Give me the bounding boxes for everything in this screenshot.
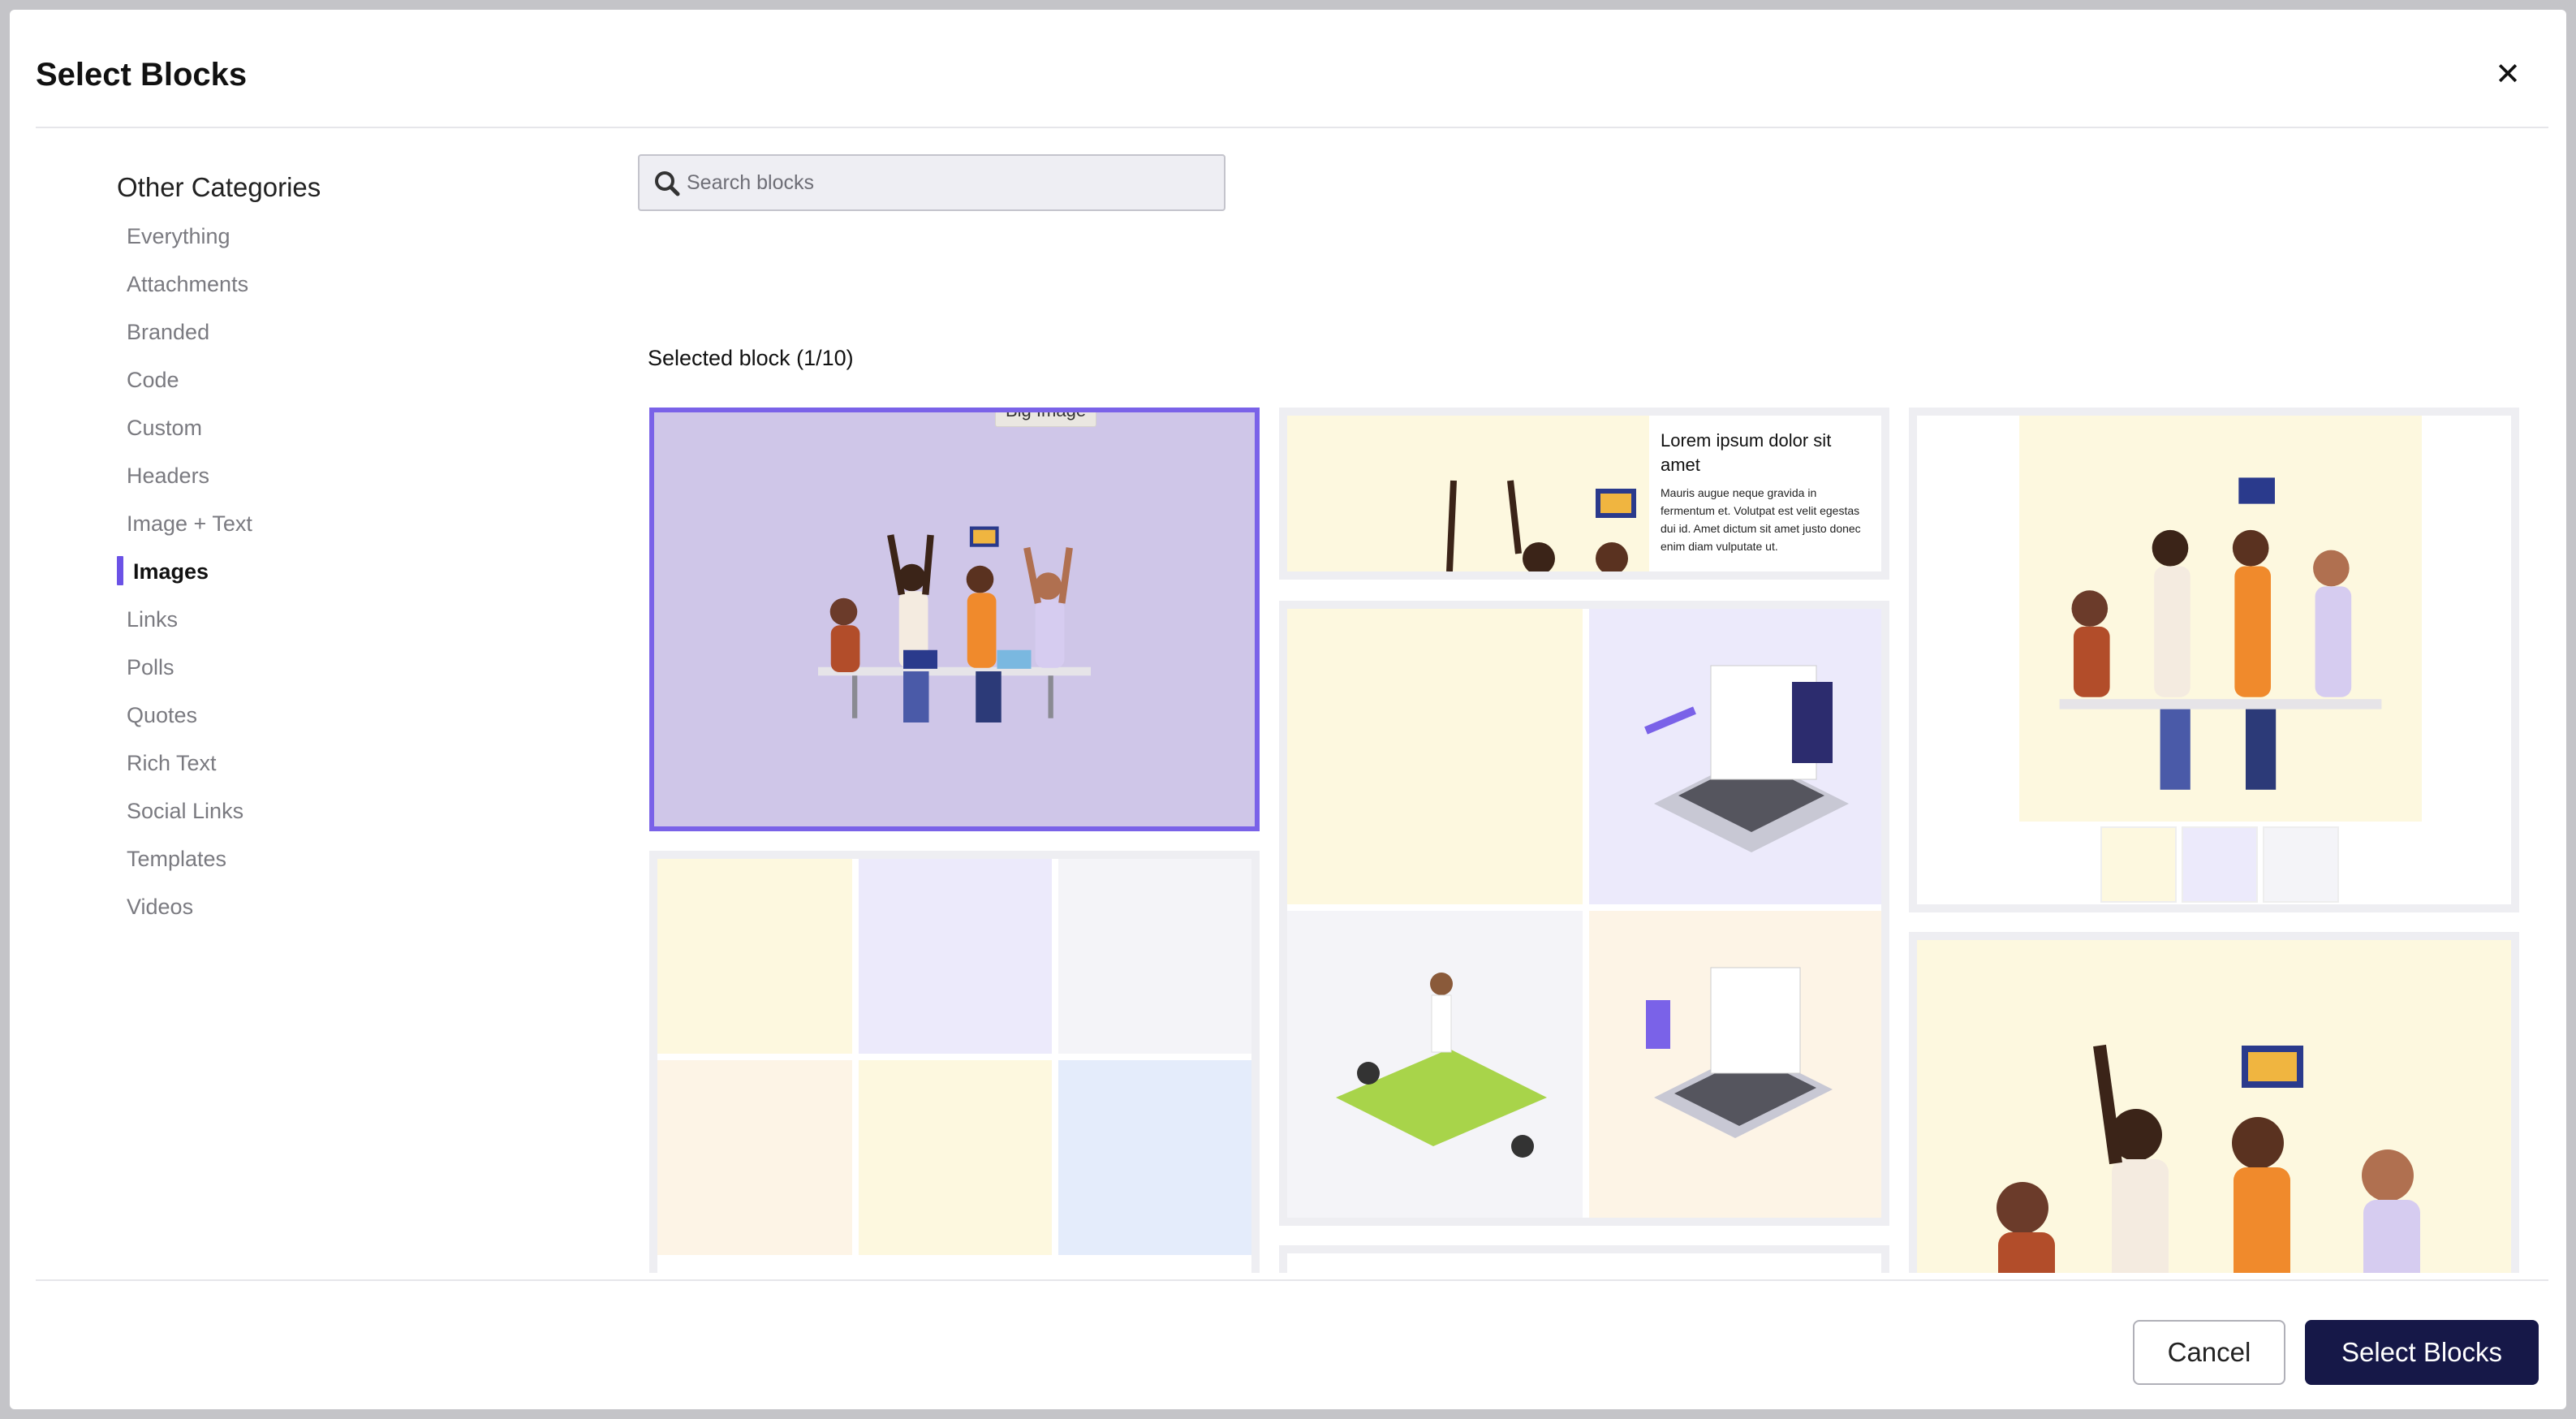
gallery-thumbnail — [2263, 826, 2339, 903]
select-blocks-button[interactable]: Select Blocks — [2305, 1320, 2539, 1385]
sidebar-item-social-links[interactable]: Social Links — [117, 792, 523, 840]
sidebar-item-videos[interactable]: Videos — [117, 888, 523, 936]
team-celebration-illustration — [1446, 480, 1636, 571]
grid-image-mobile — [1058, 1060, 1251, 1255]
sidebar-item-templates[interactable]: Templates — [117, 840, 523, 888]
block-grid: Big Image Lorem ipsum dolor sit amet Mau… — [638, 395, 2537, 1273]
grid-image-laptop — [1589, 609, 1881, 904]
grid-image-fitness — [1058, 859, 1251, 1054]
grid-image-laptop — [859, 859, 1052, 1054]
gallery-main-image — [2019, 416, 2422, 822]
gallery-thumbnail — [2182, 826, 2258, 903]
fitness-illustration — [1336, 973, 1547, 1158]
category-sidebar: Other Categories Everything Attachments Br… — [117, 172, 523, 936]
modal-header: Select Blocks ✕ — [36, 10, 2548, 128]
sidebar-item-polls[interactable]: Polls — [117, 649, 523, 697]
footer-divider — [36, 1279, 2548, 1281]
gallery-thumbnail — [2100, 826, 2177, 903]
sidebar-item-code[interactable]: Code — [117, 361, 523, 409]
block-card-image-text[interactable]: Lorem ipsum dolor sit amet Mauris augue … — [1279, 408, 1889, 580]
block-card-image-grid-3x2[interactable] — [649, 851, 1260, 1273]
sidebar-item-image-text[interactable]: Image + Text — [117, 505, 523, 553]
sidebar-item-rich-text[interactable]: Rich Text — [117, 744, 523, 792]
sidebar-item-attachments[interactable]: Attachments — [117, 265, 523, 313]
team-celebration-illustration — [1997, 1044, 2420, 1273]
block-card-large-image[interactable] — [1909, 932, 2519, 1273]
sidebar-item-branded[interactable]: Branded — [117, 313, 523, 361]
category-list: Everything Attachments Branded Code Custom He… — [117, 218, 523, 936]
block-card-image-gallery[interactable] — [1909, 408, 2519, 912]
grid-image-search — [859, 1060, 1052, 1255]
block-card-image-grid-2x2[interactable] — [1279, 601, 1889, 1226]
text-body: Mauris augue neque gravida in fermentum … — [1661, 486, 1861, 553]
select-blocks-modal: Select Blocks ✕ Other Categories Everyth… — [10, 10, 2566, 1409]
close-icon[interactable]: ✕ — [2492, 58, 2524, 91]
team-celebration-illustration — [2059, 477, 2382, 790]
cancel-button[interactable]: Cancel — [2133, 1320, 2285, 1385]
grid-image-analytics — [657, 1060, 852, 1255]
grid-image-team — [657, 859, 852, 1054]
sidebar-item-headers[interactable]: Headers — [117, 457, 523, 505]
block-card[interactable] — [1279, 1245, 1889, 1273]
sidebar-item-everything[interactable]: Everything — [117, 218, 523, 265]
text-heading: Lorem ipsum dolor sit amet — [1661, 430, 1832, 475]
large-image-team — [1917, 940, 2511, 1273]
block-tooltip: Big Image — [995, 412, 1097, 427]
text-tile: Lorem ipsum dolor sit amet Mauris augue … — [1649, 416, 1881, 571]
search-icon — [655, 171, 680, 196]
block-card-big-image[interactable]: Big Image — [649, 408, 1260, 831]
image-tile — [1287, 416, 1649, 571]
sidebar-item-images[interactable]: Images — [117, 553, 523, 601]
selection-count: Selected block (1/10) — [648, 346, 854, 370]
grid-image-fitness — [1287, 911, 1583, 1218]
sidebar-heading: Other Categories — [117, 172, 321, 202]
search-input[interactable] — [687, 156, 1206, 209]
sidebar-item-links[interactable]: Links — [117, 601, 523, 649]
analytics-illustration — [1646, 967, 1833, 1138]
modal-title: Select Blocks — [36, 57, 248, 93]
team-celebration-illustration — [818, 526, 1091, 722]
sidebar-item-quotes[interactable]: Quotes — [117, 697, 523, 744]
grid-image-analytics — [1589, 911, 1881, 1218]
search-bar — [638, 154, 1226, 211]
grid-image-team — [1287, 609, 1583, 904]
laptop-illustration — [1644, 665, 1849, 852]
sidebar-item-custom[interactable]: Custom — [117, 409, 523, 457]
